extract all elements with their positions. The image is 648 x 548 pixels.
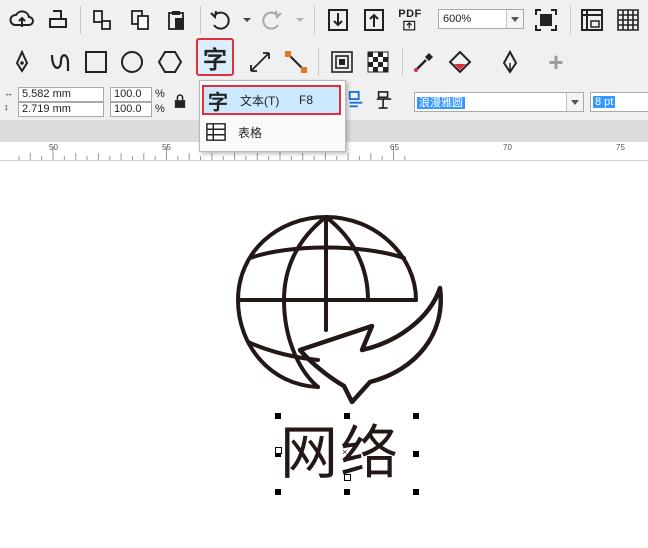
- plus-icon: +: [548, 46, 564, 77]
- zoom-level-combo[interactable]: 600%: [438, 9, 524, 29]
- undo-dropdown-icon[interactable]: [243, 18, 251, 22]
- table-icon: [206, 123, 226, 141]
- menu-item-text[interactable]: 字 文本(T) F8: [202, 85, 341, 115]
- ruler-tick-label: 50: [49, 143, 58, 152]
- print-icon[interactable]: [42, 4, 74, 36]
- font-family-combo[interactable]: 浪漫雅圆: [414, 92, 584, 112]
- text-node-handle[interactable]: [344, 474, 351, 481]
- ruler-tick-label: 75: [616, 143, 625, 152]
- selected-text-object[interactable]: 网络 ×: [275, 413, 419, 495]
- import-icon[interactable]: [322, 4, 354, 36]
- menu-item-text-label: 文本(T): [240, 93, 280, 108]
- paste-icon[interactable]: [160, 4, 192, 36]
- text-tool-icon: 字: [208, 91, 228, 114]
- lock-ratio-icon[interactable]: [170, 87, 190, 115]
- import-cloud-icon[interactable]: [6, 4, 38, 36]
- chevron-down-icon[interactable]: [566, 93, 583, 111]
- toolbar-separator: [402, 48, 403, 76]
- scale-x-unit: %: [155, 88, 165, 100]
- toolbar-separator: [314, 6, 315, 34]
- copy-icon[interactable]: [124, 4, 156, 36]
- add-tool-button[interactable]: +: [540, 46, 572, 78]
- freehand-pen-icon[interactable]: [6, 46, 38, 78]
- redo-dropdown-icon[interactable]: [296, 18, 304, 22]
- scale-y-input[interactable]: 100.0: [110, 102, 152, 117]
- width-icon: ↔: [4, 88, 13, 98]
- height-input[interactable]: 2.719 mm: [18, 102, 104, 117]
- artistic-media-icon[interactable]: [44, 46, 76, 78]
- text-properties-icon[interactable]: [372, 86, 396, 114]
- redo-icon[interactable]: [256, 4, 288, 36]
- text-tool-flyout: 字 文本(T) F8 表格: [199, 80, 346, 152]
- menu-item-table[interactable]: 表格: [202, 117, 341, 147]
- ruler-tick-label: 55: [162, 143, 171, 152]
- drawing-canvas[interactable]: 网络 ×: [0, 161, 648, 548]
- show-grid-icon[interactable]: [612, 4, 644, 36]
- interactive-fill-icon[interactable]: [444, 46, 476, 78]
- eyedropper-icon[interactable]: [408, 46, 440, 78]
- toolbar-separator: [318, 48, 319, 76]
- parallel-dimension-icon[interactable]: [244, 46, 276, 78]
- center-mark-icon: ×: [342, 447, 348, 457]
- toolbar-separator: [200, 6, 201, 34]
- scale-y-unit: %: [155, 103, 165, 115]
- selection-handle[interactable]: [413, 413, 419, 419]
- outline-pen-icon[interactable]: [494, 46, 526, 78]
- rectangle-tool-icon[interactable]: [80, 46, 112, 78]
- show-rulers-icon[interactable]: [576, 4, 608, 36]
- selection-handle[interactable]: [344, 413, 350, 419]
- width-input[interactable]: 5.582 mm: [18, 87, 104, 102]
- text-align-icon[interactable]: [344, 86, 368, 114]
- text-tool-button[interactable]: 字: [196, 38, 234, 76]
- undo-icon[interactable]: [204, 4, 236, 36]
- polygon-tool-icon[interactable]: [154, 46, 186, 78]
- height-icon: ↕: [4, 102, 9, 112]
- connector-tool-icon[interactable]: [280, 46, 312, 78]
- toolbar-separator: [570, 6, 571, 34]
- selection-handle[interactable]: [344, 489, 350, 495]
- transparency-tool-icon[interactable]: [362, 46, 394, 78]
- export-pdf-button[interactable]: PDF: [394, 4, 426, 36]
- zoom-level-value: 600%: [443, 13, 472, 25]
- logo-text[interactable]: 网络: [280, 420, 400, 486]
- ruler-tick-label: 70: [503, 143, 512, 152]
- ellipse-tool-icon[interactable]: [116, 46, 148, 78]
- selection-handle[interactable]: [413, 451, 419, 457]
- selection-handle[interactable]: [275, 413, 281, 419]
- full-screen-icon[interactable]: [530, 4, 562, 36]
- selection-handle[interactable]: [275, 489, 281, 495]
- chevron-down-icon[interactable]: [506, 10, 523, 28]
- toolbox-row: 字 +: [0, 38, 648, 84]
- export-icon[interactable]: [358, 4, 390, 36]
- ruler-tick-label: 65: [390, 143, 399, 152]
- text-node-handle[interactable]: [275, 447, 282, 454]
- pdf-label: PDF: [398, 8, 422, 20]
- menu-item-text-shortcut: F8: [298, 93, 313, 107]
- selection-handle[interactable]: [413, 489, 419, 495]
- text-tool-glyph: 字: [203, 46, 227, 74]
- document-properties-icon[interactable]: [86, 4, 118, 36]
- font-size-value: 8 pt: [593, 96, 616, 108]
- font-size-combo[interactable]: 8 pt: [590, 92, 648, 112]
- toolbar-separator: [80, 6, 81, 34]
- standard-toolbar: PDF 600%: [0, 0, 648, 40]
- contour-tool-icon[interactable]: [326, 46, 358, 78]
- font-family-value: 浪漫雅圆: [417, 97, 465, 109]
- scale-x-input[interactable]: 100.0: [110, 87, 152, 102]
- menu-item-table-label: 表格: [238, 125, 263, 140]
